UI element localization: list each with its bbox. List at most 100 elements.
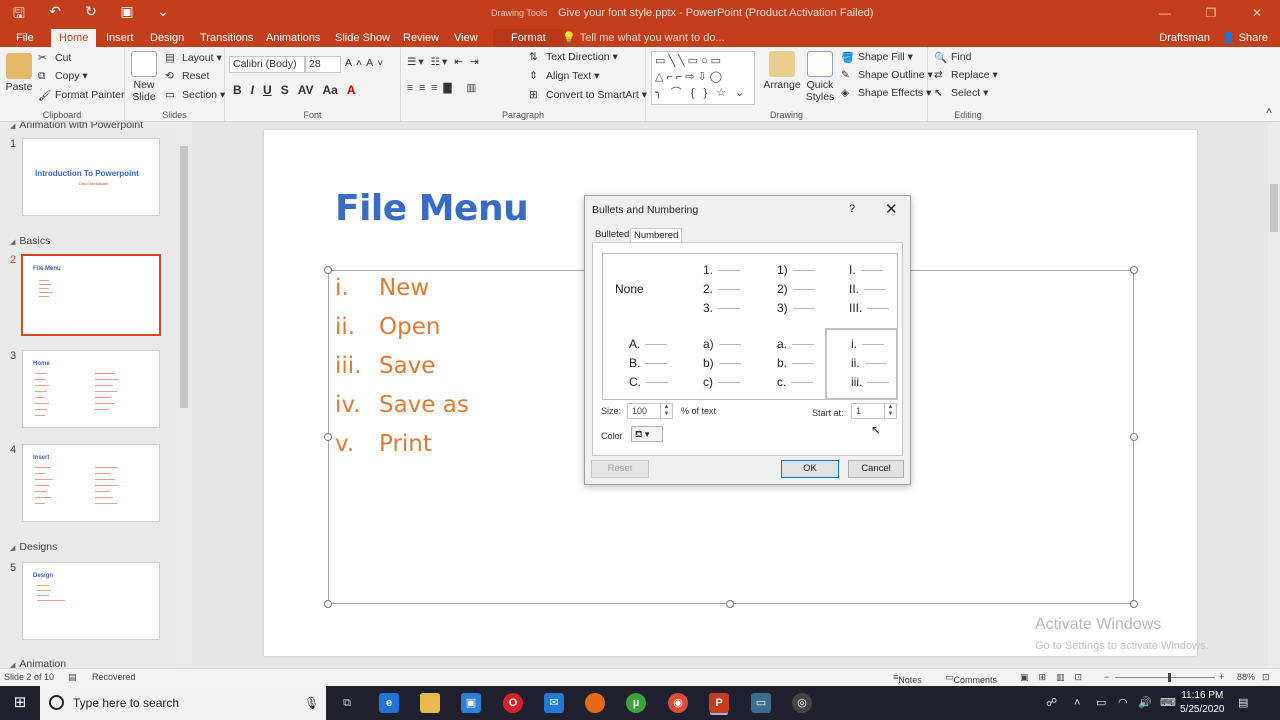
- start-at-input[interactable]: 1 ▲ ▼: [851, 403, 897, 419]
- font-grow-shrink[interactable]: A˄A˅: [345, 57, 387, 69]
- paste-button[interactable]: Paste: [4, 53, 34, 93]
- canvas-scrollbar[interactable]: [1268, 122, 1280, 668]
- size-input[interactable]: 100 ▲ ▼: [627, 403, 673, 419]
- minimize-button[interactable]: —: [1142, 0, 1188, 27]
- start-presentation-icon[interactable]: ▣: [116, 3, 138, 27]
- share-button[interactable]: 👤 Share: [1222, 29, 1268, 47]
- tell-me-box[interactable]: 💡 Tell me what you want to do...: [562, 29, 725, 47]
- tab-animations[interactable]: Animations: [258, 29, 328, 47]
- file-explorer-icon[interactable]: [420, 693, 440, 713]
- section-header[interactable]: ◢ Basics: [10, 235, 50, 247]
- bold-button[interactable]: B: [233, 83, 242, 97]
- zoom-in-button[interactable]: +: [1219, 672, 1224, 682]
- comments-button[interactable]: ▭ Comments: [945, 672, 997, 685]
- tab-review[interactable]: Review: [395, 29, 447, 47]
- obs-icon[interactable]: ◎: [792, 693, 812, 713]
- zoom-out-button[interactable]: −: [1104, 672, 1109, 682]
- help-button[interactable]: ?: [849, 203, 855, 215]
- format-painter-button[interactable]: 🖌 Format Painter: [38, 89, 124, 102]
- underline-button[interactable]: U: [263, 83, 272, 97]
- change-case-icon[interactable]: Aa: [322, 83, 337, 97]
- convert-smartart-button[interactable]: ⊞ Convert to SmartArt ▾: [529, 89, 647, 101]
- account-name[interactable]: Draftsman: [1159, 29, 1210, 47]
- view-buttons[interactable]: ▣⊞▥⊡: [1020, 672, 1092, 683]
- firefox-icon[interactable]: [585, 693, 605, 713]
- spelling-icon[interactable]: ▤: [68, 672, 77, 683]
- resize-handle[interactable]: [324, 266, 332, 274]
- char-spacing-icon[interactable]: AV: [298, 83, 314, 97]
- zoom-slider-thumb[interactable]: [1168, 673, 1171, 682]
- find-button[interactable]: 🔍 Find: [934, 51, 971, 64]
- save-icon[interactable]: 🖫: [8, 3, 30, 27]
- store-icon[interactable]: ▣: [461, 693, 481, 713]
- undo-icon[interactable]: ↶: [44, 3, 66, 27]
- list-item[interactable]: v. Print: [335, 431, 432, 457]
- slide-thumbnail-2[interactable]: File Menu: [21, 254, 161, 336]
- close-window-button[interactable]: ✕: [1234, 0, 1280, 27]
- clock[interactable]: 11:16 PM 5/25/2020: [1180, 689, 1225, 717]
- font-name-box[interactable]: Calibri (Body): [229, 56, 305, 73]
- list-item[interactable]: ii. Open: [335, 314, 440, 340]
- utorrent-icon[interactable]: µ: [626, 693, 646, 713]
- list-item[interactable]: i. New: [335, 275, 429, 301]
- battery-icon[interactable]: ▭: [1096, 686, 1106, 720]
- new-slide-button[interactable]: New Slide: [129, 51, 159, 103]
- fit-slide-icon[interactable]: ⊡: [1262, 672, 1270, 683]
- shapes-gallery[interactable]: ▭╲╲▭○▭ △⌐⌐⇨⇩◯ ╮ ⌒ { } ☆ ⌄: [651, 51, 755, 105]
- close-icon[interactable]: ✕: [885, 200, 898, 218]
- customize-qat-icon[interactable]: ⌄: [152, 3, 174, 27]
- tab-transitions[interactable]: Transitions: [192, 29, 261, 47]
- tab-design[interactable]: Design: [142, 29, 192, 47]
- align-text-button[interactable]: ⇕ Align Text ▾: [529, 70, 600, 82]
- quick-styles-button[interactable]: Quick Styles: [802, 51, 838, 103]
- align-buttons[interactable]: ≡≡≡▇ ▥: [407, 82, 482, 94]
- numbering-option-none[interactable]: None: [603, 254, 676, 326]
- tab-file[interactable]: File: [8, 29, 42, 47]
- task-view-icon[interactable]: ⧉: [337, 693, 357, 713]
- zoom-level[interactable]: 88%: [1237, 672, 1255, 682]
- keyboard-icon[interactable]: ⌨: [1160, 686, 1176, 720]
- list-item[interactable]: iii. Save: [335, 353, 435, 379]
- scrollbar-thumb[interactable]: [180, 146, 188, 408]
- font-size-box[interactable]: 28: [305, 56, 341, 73]
- resize-handle[interactable]: [726, 600, 734, 608]
- cancel-button[interactable]: Cancel: [848, 460, 904, 478]
- copy-button[interactable]: ⧉ Copy ▾: [38, 70, 88, 82]
- slide-thumbnail-4[interactable]: Insert: [22, 444, 160, 522]
- restore-button[interactable]: ❐: [1188, 0, 1234, 27]
- zoom-slider[interactable]: [1115, 677, 1215, 678]
- tab-format[interactable]: Format: [493, 29, 564, 47]
- volume-icon[interactable]: 🔊: [1138, 686, 1152, 720]
- numbering-option[interactable]: a. b. c.: [751, 328, 824, 400]
- section-header[interactable]: ◢ Animation: [10, 658, 66, 668]
- reset-button[interactable]: ⟲ Reset: [165, 70, 209, 82]
- taskbar-search[interactable]: Type here to search 🎙: [40, 686, 326, 720]
- wifi-icon[interactable]: ◠: [1118, 686, 1128, 720]
- numbering-option[interactable]: A. B. C.: [603, 328, 676, 400]
- font-color-icon[interactable]: A: [347, 83, 356, 97]
- layout-button[interactable]: ▤ Layout ▾: [165, 52, 222, 64]
- numbering-option[interactable]: I. II. III.: [825, 254, 898, 326]
- slide-title[interactable]: File Menu: [335, 188, 529, 229]
- resize-handle[interactable]: [1130, 433, 1138, 441]
- reset-button[interactable]: Reset: [591, 460, 649, 478]
- tab-slide-show[interactable]: Slide Show: [327, 29, 398, 47]
- resize-handle[interactable]: [324, 600, 332, 608]
- app-icon[interactable]: ▭: [751, 693, 771, 713]
- scrollbar-thumb[interactable]: [1270, 184, 1278, 232]
- tab-home[interactable]: Home: [51, 29, 97, 47]
- ok-button[interactable]: OK: [781, 460, 839, 478]
- slide-thumbnail-3[interactable]: Home: [22, 350, 160, 428]
- list-buttons[interactable]: ☰▾ ☷▾ ⇤ ⇥: [407, 56, 481, 68]
- spin-arrows-icon[interactable]: ▲ ▼: [660, 404, 672, 418]
- resize-handle[interactable]: [1130, 600, 1138, 608]
- slide-thumbnail-5[interactable]: Design: [22, 562, 160, 640]
- shape-effects-button[interactable]: ◈ Shape Effects ▾: [841, 87, 931, 99]
- section-header[interactable]: ◢ Designs: [10, 541, 57, 553]
- edge-icon[interactable]: e: [379, 693, 399, 713]
- redo-icon[interactable]: ↻: [80, 3, 102, 27]
- resize-handle[interactable]: [1130, 266, 1138, 274]
- numbering-option[interactable]: 1) 2) 3): [751, 254, 824, 326]
- slide-thumbnail-1[interactable]: Introduction To Powerpoint Daud Abdulkad…: [22, 138, 160, 216]
- windows-start-icon[interactable]: ⊞: [0, 686, 40, 720]
